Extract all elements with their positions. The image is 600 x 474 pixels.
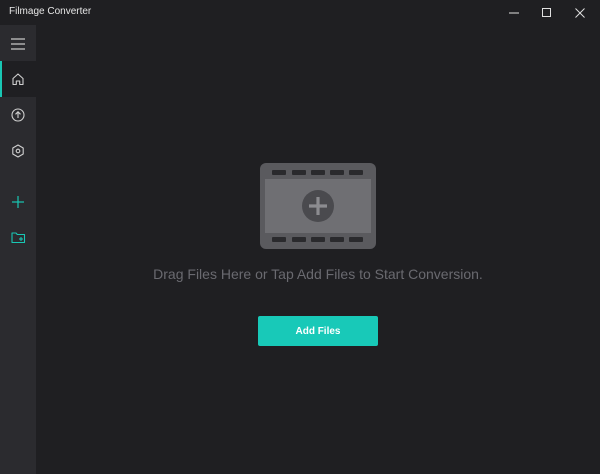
menu-icon bbox=[11, 38, 25, 50]
add-icon bbox=[12, 196, 24, 208]
drop-instructions: Drag Files Here or Tap Add Files to Star… bbox=[153, 266, 483, 282]
minimize-button[interactable] bbox=[498, 0, 530, 25]
sidebar-item-upload[interactable] bbox=[0, 97, 36, 133]
app-window: Filmage Converter Drag Files Here or Tap… bbox=[0, 0, 600, 474]
menu-button[interactable] bbox=[0, 26, 36, 62]
close-button[interactable] bbox=[564, 0, 596, 25]
window-title: Filmage Converter bbox=[9, 6, 92, 17]
settings-icon bbox=[12, 144, 24, 158]
maximize-button[interactable] bbox=[531, 0, 563, 25]
add-folder-icon bbox=[10, 231, 25, 243]
minimize-icon bbox=[509, 12, 519, 13]
title-bar: Filmage Converter bbox=[0, 0, 600, 25]
home-icon bbox=[12, 73, 24, 86]
add-button[interactable] bbox=[0, 184, 36, 220]
add-files-button[interactable]: Add Files bbox=[258, 316, 378, 346]
active-indicator bbox=[0, 61, 2, 97]
sidebar-item-home[interactable] bbox=[0, 61, 36, 97]
drop-zone[interactable]: Drag Files Here or Tap Add Files to Star… bbox=[36, 25, 600, 474]
sidebar bbox=[0, 25, 36, 474]
close-icon bbox=[575, 7, 585, 18]
maximize-icon bbox=[542, 7, 551, 17]
upload-icon bbox=[11, 108, 25, 122]
sidebar-item-settings[interactable] bbox=[0, 133, 36, 169]
add-folder-button[interactable] bbox=[0, 219, 36, 255]
film-add-icon bbox=[260, 163, 376, 249]
